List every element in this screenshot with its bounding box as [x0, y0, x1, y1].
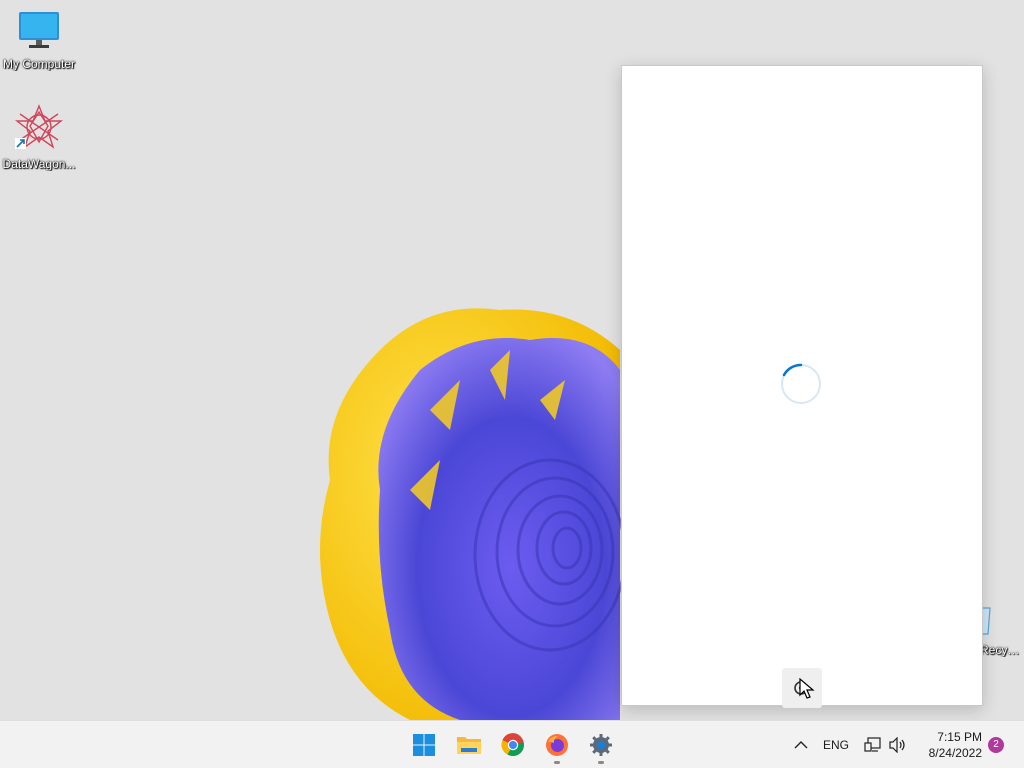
loading-spinner-icon — [780, 363, 822, 405]
network-icon — [864, 737, 881, 752]
clock-time: 7:15 PM — [937, 730, 982, 744]
chrome-icon — [501, 733, 524, 756]
taskbar-settings[interactable] — [583, 727, 619, 764]
running-indicator — [554, 761, 560, 764]
show-hidden-icons-button[interactable] — [788, 721, 814, 769]
clock-button[interactable]: 7:15 PM 8/24/2022 — [912, 721, 986, 769]
desktop-icon-my-computer[interactable]: My Computer — [0, 10, 78, 71]
gear-icon — [794, 681, 808, 695]
taskbar-file-explorer[interactable] — [451, 727, 487, 763]
notification-count-badge: 2 — [988, 737, 1004, 753]
chevron-up-icon — [794, 741, 808, 749]
folder-icon — [457, 737, 481, 754]
speaker-icon — [889, 737, 905, 753]
running-indicator — [598, 761, 604, 764]
datawagon-star-icon — [14, 104, 64, 149]
desktop-icon-datawagon[interactable]: DataWagon... — [0, 104, 78, 171]
input-language-indicator[interactable]: ENG — [818, 721, 854, 769]
notification-center-button[interactable]: 2 — [986, 721, 1006, 769]
taskbar: ENG 7:15 PM 8/24/2022 2 — [0, 720, 1024, 768]
gear-icon — [590, 734, 612, 756]
taskbar-chrome[interactable] — [495, 727, 531, 763]
loading-panel — [621, 65, 983, 706]
clock-date: 8/24/2022 — [928, 746, 982, 760]
panel-settings-button[interactable] — [782, 668, 822, 708]
windows-start-icon — [413, 734, 435, 756]
network-button[interactable] — [862, 721, 884, 769]
firefox-icon — [546, 734, 568, 756]
monitor-icon — [19, 12, 59, 48]
volume-button[interactable] — [887, 721, 909, 769]
desktop-icon-label: DataWagon... — [2, 157, 76, 171]
start-button[interactable] — [406, 727, 442, 763]
taskbar-firefox[interactable] — [539, 727, 575, 764]
desktop-icon-label: My Computer — [2, 57, 76, 71]
